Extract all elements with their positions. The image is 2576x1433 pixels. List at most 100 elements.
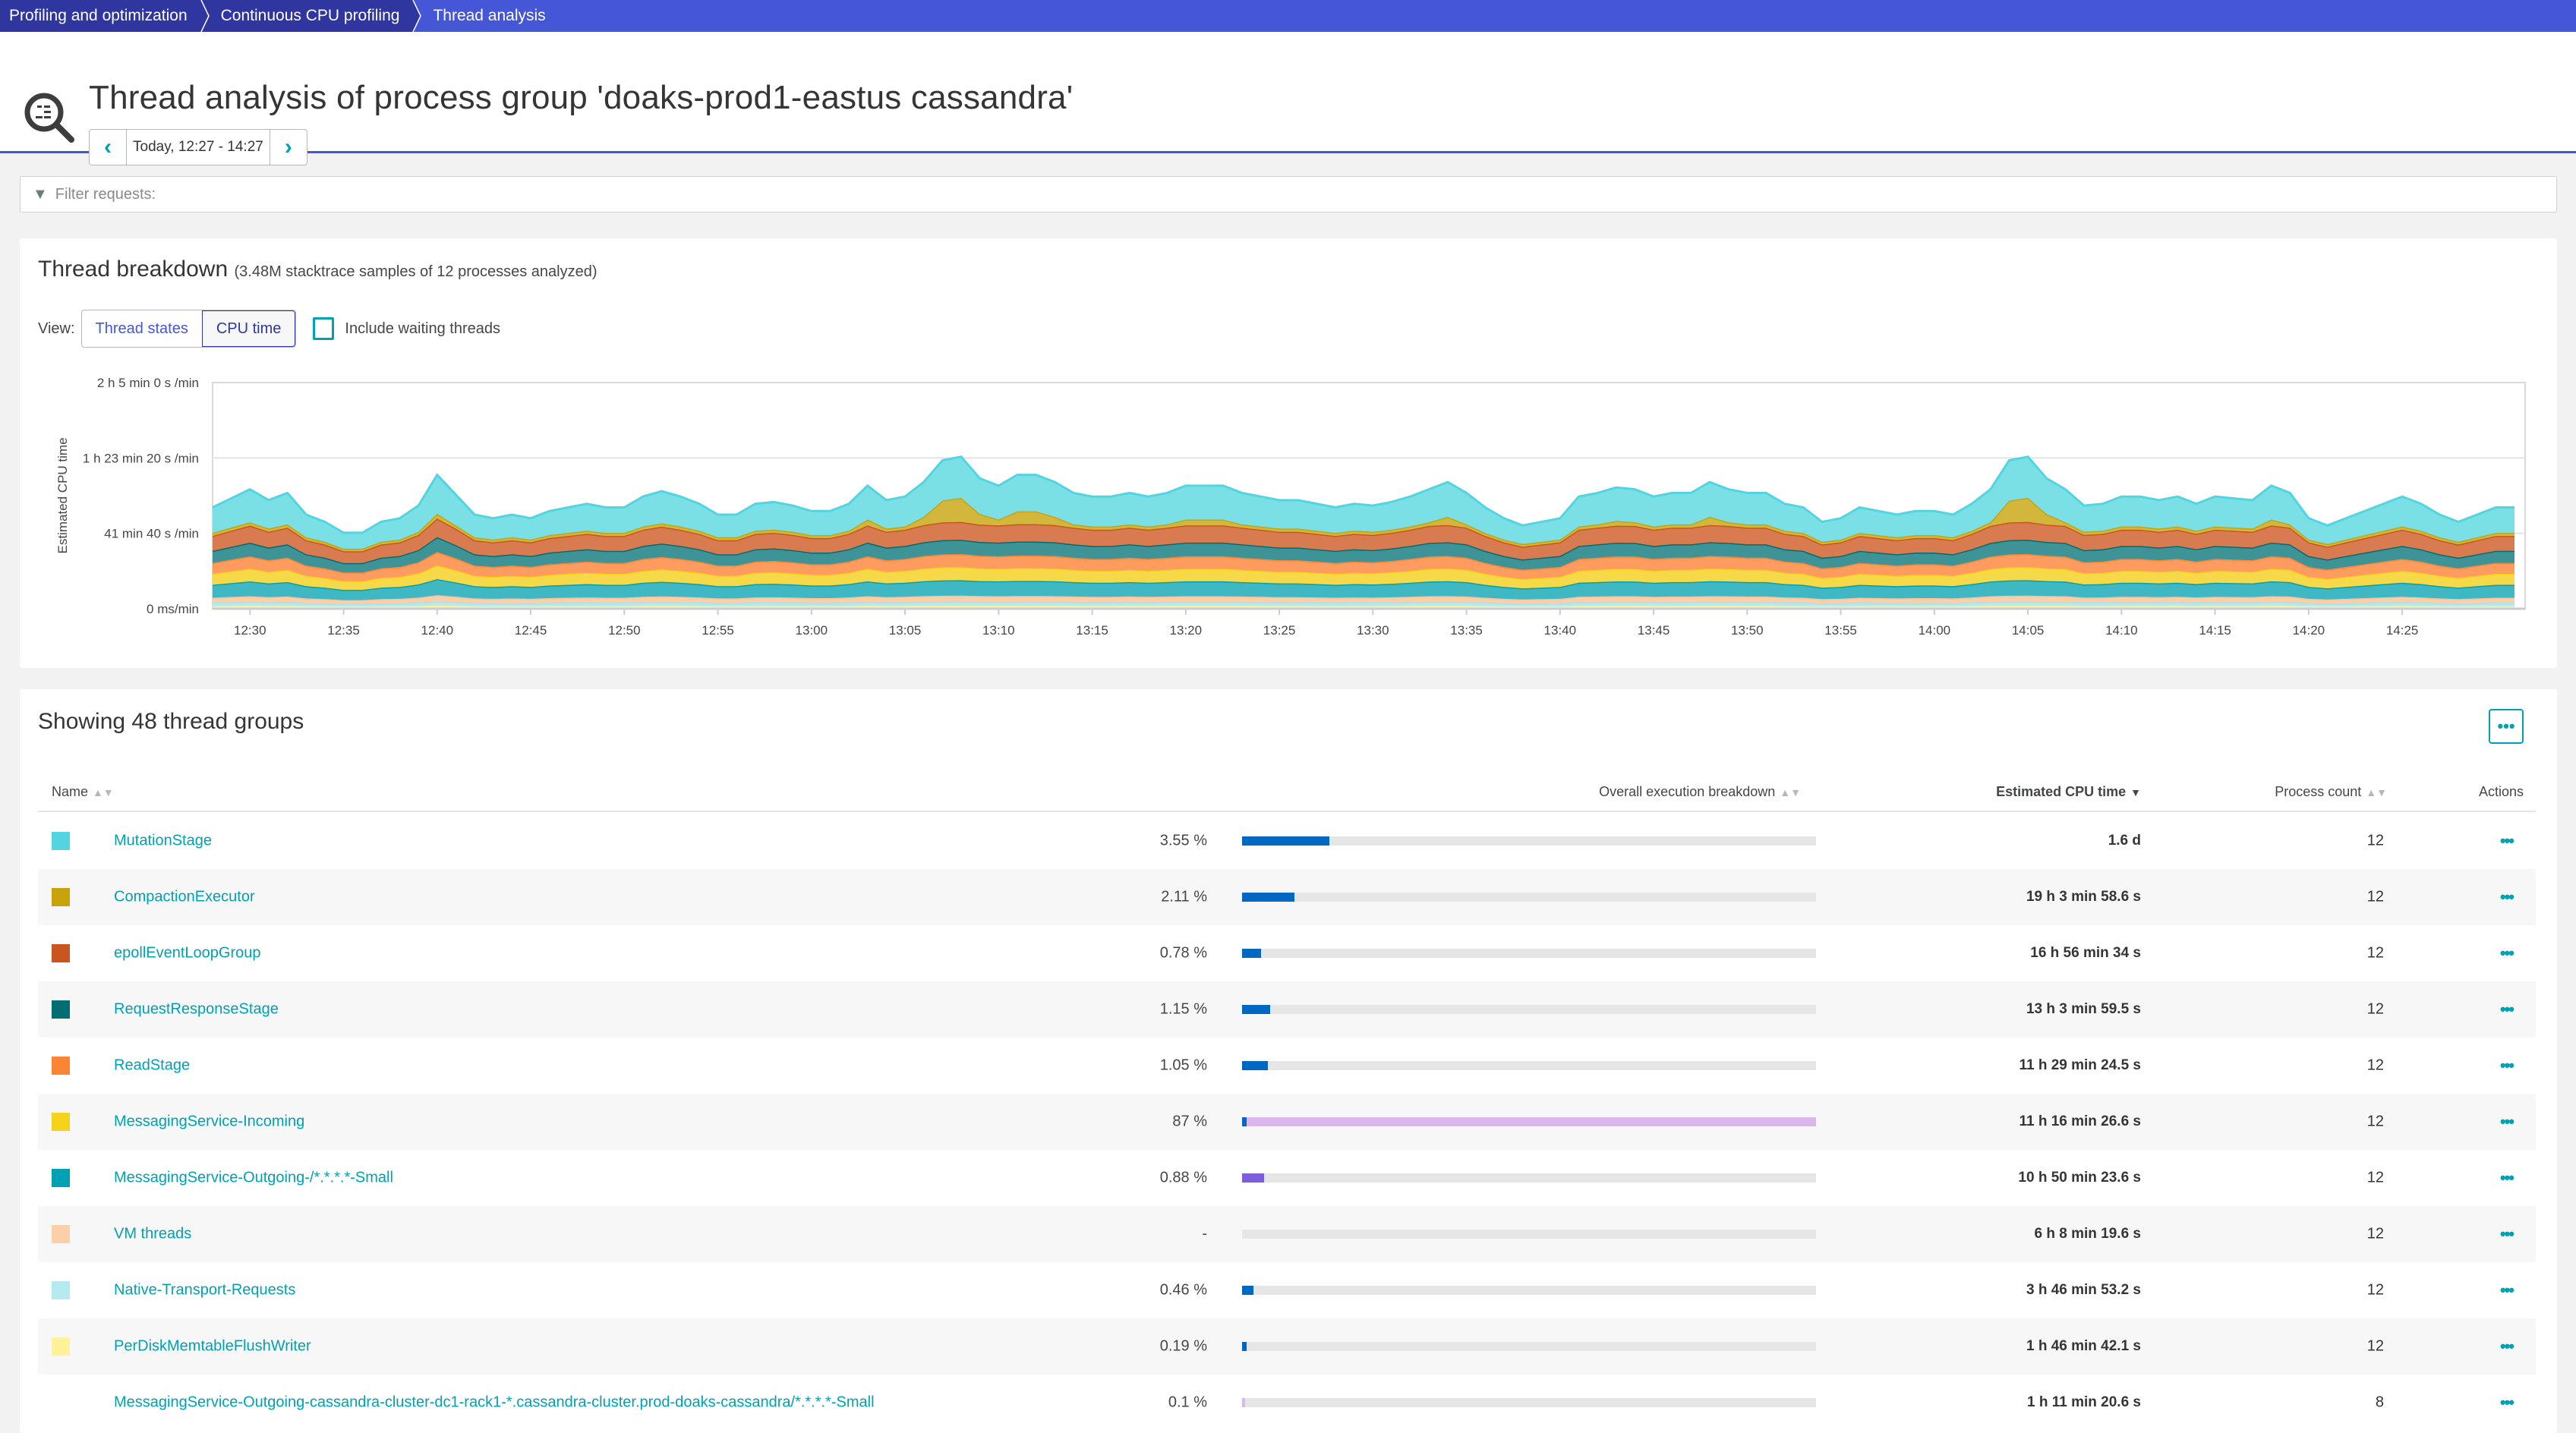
- breakdown-percent: -: [1202, 1225, 1207, 1242]
- y-tick-label: 41 min 40 s /min: [104, 527, 199, 541]
- x-tick-label: 14:15: [2199, 623, 2231, 638]
- row-actions-button[interactable]: •••: [2500, 887, 2515, 907]
- breakdown-percent: 3.55 %: [1159, 832, 1207, 849]
- table-row: PerDiskMemtableFlushWriter 0.19 % 1 h 46 m…: [38, 1318, 2536, 1375]
- timeframe-label[interactable]: Today, 12:27 - 14:27: [126, 130, 270, 165]
- thread-group-link[interactable]: MessagingService-Outgoing-/*.*.*.*-Small: [114, 1170, 393, 1187]
- estimated-cpu-time: 11 h 16 min 26.6 s: [2019, 1113, 2141, 1129]
- breakdown-bar: [1242, 1173, 1816, 1183]
- breadcrumb-label: Profiling and optimization: [9, 7, 188, 24]
- table-row: MessagingService-Outgoing-cassandra-clus…: [38, 1375, 2536, 1431]
- x-tick-label: 13:15: [1076, 623, 1108, 638]
- process-count: 12: [2366, 1057, 2384, 1074]
- section-subtitle: (3.48M stacktrace samples of 12 processe…: [234, 263, 597, 280]
- table-row: RequestResponseStage 1.15 % 13 h 3 min 59.…: [38, 981, 2536, 1038]
- color-swatch: [52, 1169, 70, 1187]
- view-cpu-time-button[interactable]: CPU time: [201, 310, 296, 347]
- process-count: 12: [2366, 1000, 2384, 1018]
- x-tick-label: 13:05: [889, 623, 922, 638]
- timeframe-next-button[interactable]: ›: [270, 130, 307, 165]
- thread-group-link[interactable]: MessagingService-Incoming: [114, 1113, 304, 1131]
- row-actions-button[interactable]: •••: [2500, 1000, 2515, 1019]
- row-actions-button[interactable]: •••: [2500, 831, 2515, 851]
- row-actions-button[interactable]: •••: [2500, 1337, 2515, 1356]
- filter-requests-input[interactable]: ▼ Filter requests:: [20, 176, 2557, 213]
- color-swatch: [52, 832, 70, 850]
- filter-placeholder: Filter requests:: [55, 185, 156, 203]
- process-count: 8: [2375, 1394, 2384, 1411]
- breakdown-bar: [1242, 1286, 1816, 1295]
- color-swatch: [52, 1394, 70, 1412]
- row-actions-button[interactable]: •••: [2500, 1168, 2515, 1188]
- table-row: ReadStage 1.05 % 11 h 29 min 24.5 s 12 •••: [38, 1038, 2536, 1094]
- breakdown-percent: 1.05 %: [1159, 1057, 1207, 1074]
- view-switcher: View: Thread states CPU time Include wai…: [38, 310, 500, 348]
- x-tick-label: 13:30: [1357, 623, 1389, 638]
- chevron-right-icon: ›: [284, 134, 292, 159]
- process-count: 12: [2366, 1281, 2384, 1299]
- thread-group-link[interactable]: Native-Transport-Requests: [114, 1282, 295, 1299]
- x-tick-label: 13:00: [796, 623, 828, 638]
- breakdown-bar: [1242, 836, 1816, 846]
- breakdown-bar-fill-secondary: [1247, 1117, 1816, 1126]
- sort-icon: ▲▼: [93, 786, 114, 798]
- breakdown-bar: [1242, 1117, 1816, 1126]
- x-tick-label: 12:40: [421, 623, 454, 638]
- breadcrumb-profiling-and-optimization[interactable]: Profiling and optimization: [0, 0, 210, 32]
- column-header-cpu-time[interactable]: Estimated CPU time ▼: [1996, 784, 2141, 800]
- column-header-breakdown[interactable]: Overall execution breakdown ▲▼: [1599, 784, 1801, 800]
- process-count: 12: [2366, 1225, 2384, 1242]
- thread-group-link[interactable]: MutationStage: [114, 833, 212, 850]
- breakdown-bar-fill: [1242, 1342, 1247, 1351]
- x-tick-label: 14:20: [2293, 623, 2325, 638]
- thread-groups-title: Showing 48 thread groups: [38, 709, 304, 734]
- breakdown-percent: 0.19 %: [1159, 1337, 1207, 1355]
- y-tick-label: 2 h 5 min 0 s /min: [97, 376, 199, 390]
- row-actions-button[interactable]: •••: [2500, 1393, 2515, 1413]
- thread-group-link[interactable]: CompactionExecutor: [114, 889, 255, 906]
- row-actions-button[interactable]: •••: [2500, 1056, 2515, 1076]
- x-tick-label: 12:50: [608, 623, 641, 638]
- row-actions-button[interactable]: •••: [2500, 943, 2515, 963]
- estimated-cpu-time: 16 h 56 min 34 s: [2030, 945, 2141, 961]
- thread-group-link[interactable]: PerDiskMemtableFlushWriter: [114, 1338, 311, 1356]
- breadcrumb-separator-icon: [407, 0, 422, 32]
- page-title: Thread analysis of process group 'doaks-…: [89, 79, 1074, 116]
- thread-breakdown-card: Thread breakdown (3.48M stacktrace sampl…: [20, 238, 2557, 668]
- thread-group-link[interactable]: epollEventLoopGroup: [114, 945, 260, 962]
- column-header-process-count[interactable]: Process count ▲▼: [2275, 784, 2387, 800]
- x-tick-label: 13:10: [982, 623, 1015, 638]
- row-actions-button[interactable]: •••: [2500, 1280, 2515, 1300]
- column-header-name[interactable]: Name ▲▼: [52, 784, 114, 800]
- breakdown-bar: [1242, 893, 1816, 902]
- estimated-cpu-time: 10 h 50 min 23.6 s: [2018, 1170, 2141, 1186]
- estimated-cpu-time: 1 h 46 min 42.1 s: [2026, 1338, 2141, 1354]
- breakdown-bar: [1242, 1398, 1816, 1407]
- x-tick-label: 13:25: [1263, 623, 1296, 638]
- cpu-time-stacked-area-chart: 0 ms/min 41 min 40 s /min 1 h 23 min 20 s …: [55, 376, 2526, 638]
- thread-group-link[interactable]: ReadStage: [114, 1057, 190, 1075]
- y-axis-label: Estimated CPU time: [55, 437, 70, 553]
- view-thread-states-button[interactable]: Thread states: [82, 310, 202, 347]
- row-actions-button[interactable]: •••: [2500, 1112, 2515, 1132]
- x-tick-label: 13:45: [1638, 623, 1670, 638]
- timeframe-prev-button[interactable]: ‹: [90, 130, 126, 165]
- breakdown-percent: 0.46 %: [1159, 1281, 1207, 1299]
- page-header: Thread analysis of process group 'doaks-…: [0, 32, 2576, 165]
- breadcrumb: Profiling and optimization Continuous CP…: [0, 0, 2576, 32]
- estimated-cpu-time: 6 h 8 min 19.6 s: [2034, 1226, 2141, 1242]
- process-count: 12: [2366, 1169, 2384, 1186]
- breadcrumb-continuous-cpu-profiling[interactable]: Continuous CPU profiling: [202, 0, 422, 32]
- thread-group-link[interactable]: RequestResponseStage: [114, 1001, 279, 1019]
- more-options-button[interactable]: •••: [2489, 709, 2524, 744]
- color-swatch: [52, 1225, 70, 1243]
- row-actions-button[interactable]: •••: [2500, 1224, 2515, 1244]
- thread-group-link[interactable]: MessagingService-Outgoing-cassandra-clus…: [114, 1394, 875, 1412]
- thread-group-link[interactable]: VM threads: [114, 1226, 191, 1243]
- thread-analysis-icon: [24, 93, 74, 143]
- include-waiting-threads-checkbox[interactable]: Include waiting threads: [313, 317, 500, 340]
- column-label: Estimated CPU time: [1996, 783, 2127, 799]
- thread-breakdown-title: Thread breakdown (3.48M stacktrace sampl…: [38, 257, 597, 282]
- table-row: MessagingService-Outgoing-/*.*.*.*-Small…: [38, 1150, 2536, 1206]
- checkbox-box[interactable]: [313, 317, 335, 340]
